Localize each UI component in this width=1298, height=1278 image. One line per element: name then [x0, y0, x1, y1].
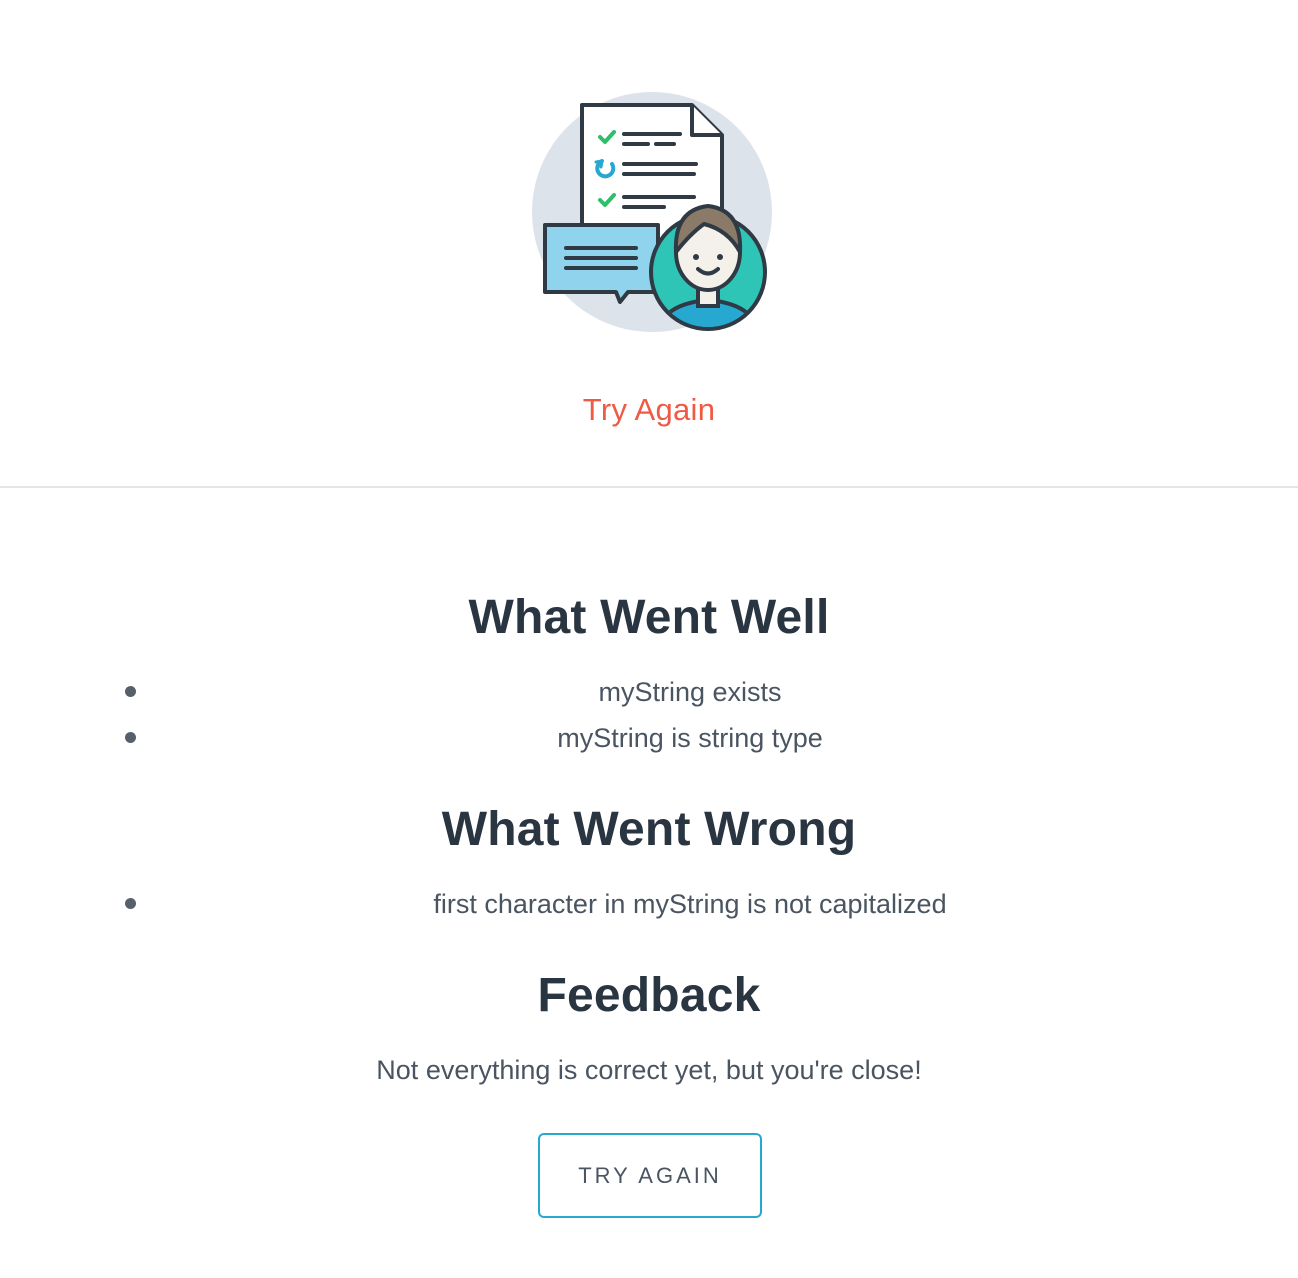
list-item: myString exists: [0, 669, 1298, 715]
list-item-text: myString is string type: [557, 723, 823, 753]
list-item: first character in myString is not capit…: [0, 881, 1298, 927]
what-went-wrong-heading: What Went Wrong: [441, 803, 857, 856]
list-item: myString is string type: [0, 715, 1298, 761]
what-went-well-list: myString exists myString is string type: [0, 669, 1298, 761]
what-went-well-heading: What Went Well: [468, 591, 830, 644]
checklist-feedback-avatar-icon: [532, 92, 772, 332]
feedback-message: Not everything is correct yet, but you'r…: [376, 1055, 922, 1085]
feedback-heading: Feedback: [537, 969, 761, 1022]
status-title: Try Again: [582, 392, 716, 427]
results-section: What Went Well myString exists myString …: [0, 488, 1298, 1278]
what-went-wrong-list: first character in myString is not capit…: [0, 881, 1298, 927]
list-item-text: first character in myString is not capit…: [433, 889, 947, 919]
result-header: Try Again: [0, 0, 1298, 487]
try-again-button[interactable]: TRY AGAIN: [538, 1133, 762, 1218]
list-item-text: myString exists: [598, 677, 782, 707]
results-page: Try Again What Went Well myString exists…: [0, 0, 1298, 1278]
